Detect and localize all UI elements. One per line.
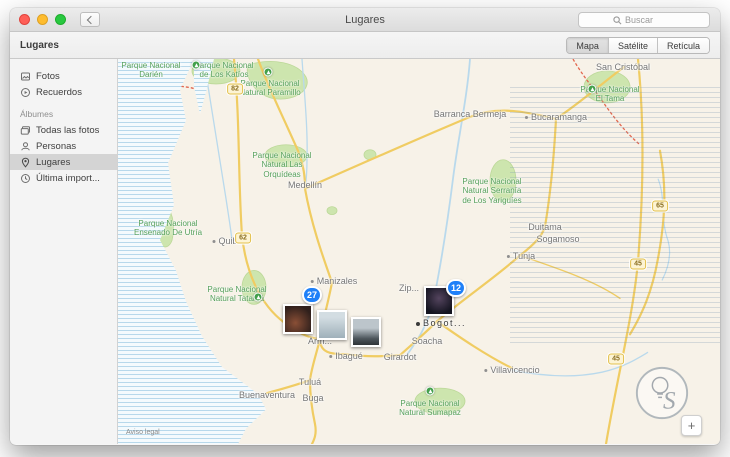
zoom-in-button[interactable]: +	[681, 415, 702, 436]
map-city-label: Buga	[302, 393, 324, 403]
solvetic-watermark-logo: S	[633, 364, 691, 422]
sidebar-item-label: Todas las fotos	[36, 124, 100, 136]
sidebar-item-label: Lugares	[36, 156, 71, 168]
map-park-label: Parque Nacional Natural Paramillo	[239, 79, 301, 98]
map-park-label: Parque Nacional Darién	[121, 61, 181, 80]
photo-count-badge[interactable]: 27	[301, 286, 323, 304]
photo-thumbnail[interactable]	[283, 304, 313, 334]
map-park-label: Parque Nacional Natural Serranía de Los Ya…	[462, 177, 522, 205]
park-marker-icon	[253, 292, 263, 302]
photo-thumbnail[interactable]	[351, 317, 381, 347]
sidebar-item-fotos[interactable]: Fotos	[10, 68, 117, 84]
map-city-label: Sogamoso	[536, 234, 580, 244]
road-shield: 62	[235, 232, 251, 244]
park-marker-icon	[191, 60, 201, 70]
map-city-label: Zip...	[398, 283, 420, 293]
segment-satelite[interactable]: Satélite	[608, 38, 658, 53]
map-city-label: Bucaramanga	[525, 112, 587, 122]
memories-icon	[20, 87, 31, 98]
main-content: Fotos Recuerdos Álbumes Todas las fotos …	[10, 59, 720, 444]
map-city-label: Soacha	[411, 336, 443, 346]
map-city-label: Tunja	[507, 251, 535, 261]
minimize-window-button[interactable]	[37, 14, 48, 25]
road-shield: 45	[608, 353, 624, 365]
map-park-label: Parque Nacional Natural Las Orquídeas	[252, 151, 312, 179]
back-button[interactable]	[80, 12, 100, 27]
svg-text:S: S	[663, 387, 676, 414]
all-photos-icon	[20, 125, 31, 136]
map-city-label: Ibagué	[329, 351, 363, 361]
chevron-left-icon	[86, 15, 96, 24]
park-marker-icon	[425, 386, 435, 396]
sidebar-item-recuerdos[interactable]: Recuerdos	[10, 84, 117, 100]
view-toolbar: Lugares Mapa Satélite Retícula	[10, 32, 720, 59]
map-park-label: Parque Nacional Natural Sumapaz	[399, 399, 461, 418]
close-window-button[interactable]	[19, 14, 30, 25]
photos-app-window: Lugares Lugares Mapa Satélite Retícula F…	[10, 8, 720, 445]
people-icon	[20, 141, 31, 152]
sidebar-item-label: Última import...	[36, 172, 100, 184]
sidebar: Fotos Recuerdos Álbumes Todas las fotos …	[10, 59, 118, 444]
map-city-label: Villavicencio	[484, 365, 539, 375]
places-pin-icon	[20, 157, 31, 168]
map-city-label: Duitama	[528, 222, 562, 232]
map-park-label: Parque Nacional Ensenado De Utría	[133, 219, 203, 238]
road-shield: 65	[652, 200, 668, 212]
map-city-label: Girardot	[383, 352, 417, 362]
park-marker-icon	[587, 84, 597, 94]
map-city-label: Buenaventura	[238, 390, 296, 400]
last-import-clock-icon	[20, 173, 31, 184]
map-canvas[interactable]: S Aviso legal + Parque Nacional Darién Par…	[118, 59, 720, 444]
search-input[interactable]	[625, 15, 675, 25]
photo-thumbnail[interactable]	[317, 310, 347, 340]
search-field[interactable]	[578, 12, 710, 28]
map-mode-segmented-control: Mapa Satélite Retícula	[566, 37, 710, 54]
map-city-label: Manizales	[311, 276, 358, 286]
map-city-label: Bogot...	[416, 318, 466, 328]
sidebar-item-label: Recuerdos	[36, 86, 82, 98]
map-city-label: Tuluá	[298, 377, 322, 387]
segment-mapa[interactable]: Mapa	[567, 38, 609, 53]
sidebar-item-label: Personas	[36, 140, 77, 152]
albums-section-header: Álbumes	[20, 109, 54, 119]
photo-count-badge[interactable]: 12	[445, 279, 467, 297]
road-shield: 45	[630, 258, 646, 270]
sidebar-item-lugares[interactable]: Lugares	[10, 154, 117, 170]
legal-notice-link[interactable]: Aviso legal	[126, 429, 160, 436]
sidebar-item-personas[interactable]: Personas	[10, 138, 117, 154]
sidebar-item-label: Fotos	[36, 70, 60, 82]
zoom-window-button[interactable]	[55, 14, 66, 25]
window-controls	[10, 14, 66, 25]
map-city-label: San Cristóbal	[595, 62, 651, 72]
map-city-label: Barranca Bermeja	[433, 109, 507, 119]
map-park-label: Parque Nacional de Los Katíos	[194, 61, 254, 80]
map-city-label: Medellín	[287, 180, 323, 190]
sidebar-item-ultima-importacion[interactable]: Última import...	[10, 170, 117, 186]
park-marker-icon	[263, 67, 273, 77]
sidebar-item-todas-las-fotos[interactable]: Todas las fotos	[10, 122, 117, 138]
photos-icon	[20, 71, 31, 82]
road-shield: 82	[227, 83, 243, 95]
search-icon	[613, 15, 622, 24]
section-title: Lugares	[20, 39, 59, 51]
title-bar: Lugares	[10, 8, 720, 32]
segment-reticula[interactable]: Retícula	[657, 38, 709, 53]
